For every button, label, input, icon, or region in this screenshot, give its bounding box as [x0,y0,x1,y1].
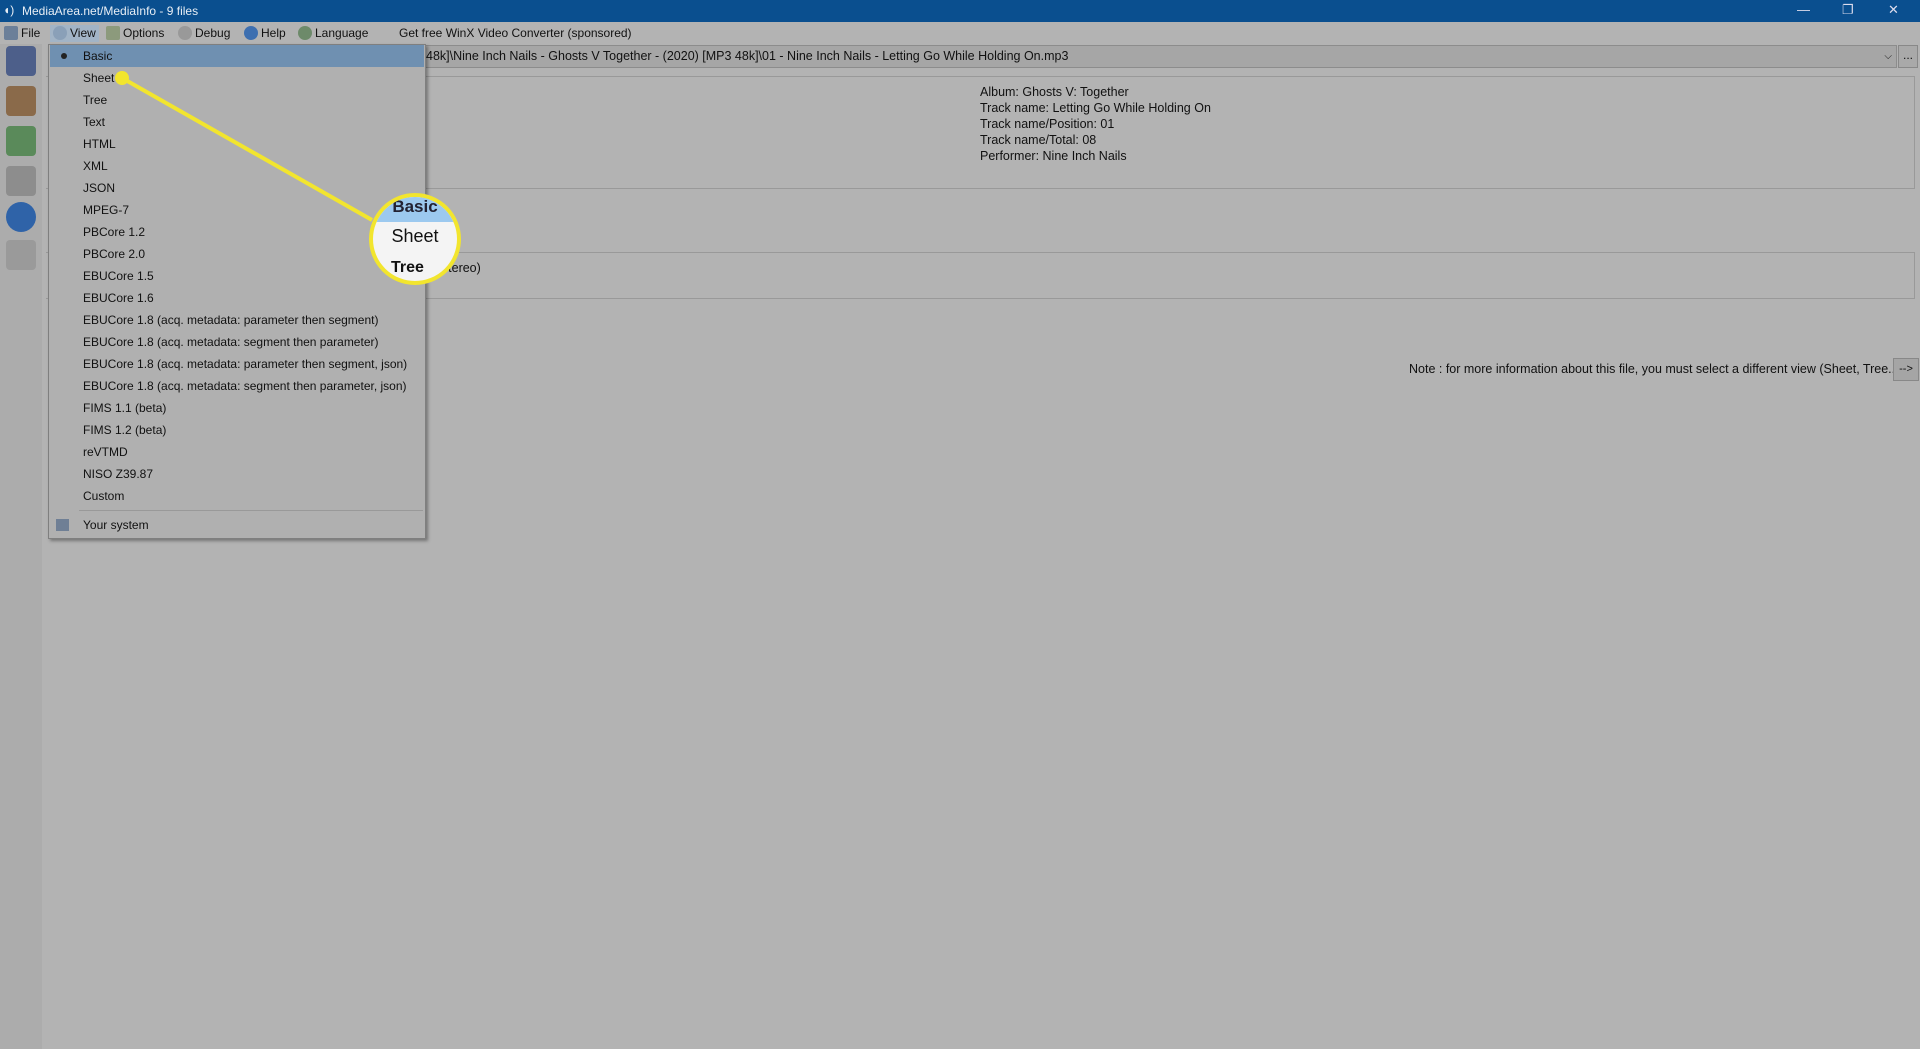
callout-pointer [115,71,373,222]
